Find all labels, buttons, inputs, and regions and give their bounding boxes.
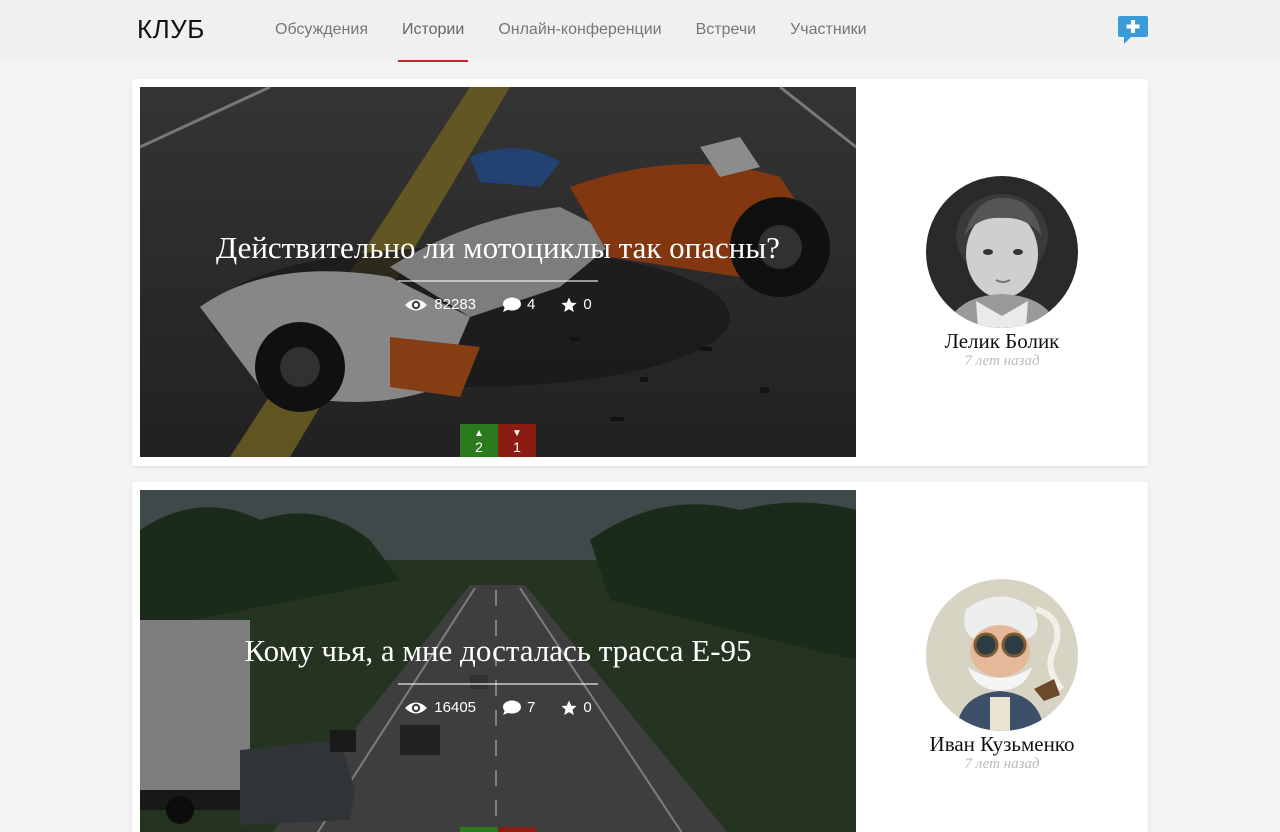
story-card: Действительно ли мотоциклы так опасны? 8… <box>132 79 1148 466</box>
story-stats: 82283 4 0 <box>140 296 856 313</box>
vote-down-count: 1 <box>513 439 521 455</box>
vote-controls: ▲ 2 ▼ 1 <box>460 424 536 457</box>
favorites-count: 0 <box>583 699 592 716</box>
vote-controls <box>460 827 536 832</box>
tab-discussions[interactable]: Обсуждения <box>258 0 385 62</box>
views-count: 16405 <box>434 699 477 716</box>
story-title[interactable]: Действительно ли мотоциклы так опасны? <box>140 230 856 266</box>
author-block: Лелик Болик 7 лет назад <box>856 79 1148 466</box>
comment-icon <box>503 297 522 312</box>
favorites-stat: 0 <box>561 296 592 313</box>
tab-members[interactable]: Участники <box>773 0 883 62</box>
eye-icon <box>405 299 428 310</box>
title-divider <box>398 280 598 282</box>
post-time: 7 лет назад <box>964 353 1040 369</box>
top-header: КЛУБ Обсуждения Истории Онлайн-конференц… <box>0 0 1280 62</box>
title-divider <box>398 683 598 685</box>
story-cover-image[interactable]: Действительно ли мотоциклы так опасны? 8… <box>140 87 856 457</box>
boy-portrait <box>926 176 1078 328</box>
vote-down-button[interactable] <box>498 827 536 832</box>
story-card: Кому чья, а мне досталась трасса Е-95 16… <box>132 482 1148 832</box>
main-nav: Обсуждения Истории Онлайн-конференции Вс… <box>258 0 884 62</box>
tab-stories[interactable]: Истории <box>385 0 481 62</box>
star-icon <box>561 297 577 312</box>
vote-up-count: 2 <box>475 439 483 455</box>
add-post-icon[interactable] <box>1117 15 1149 45</box>
story-stats: 16405 7 0 <box>140 699 856 716</box>
comments-count: 7 <box>527 699 536 716</box>
favorites-count: 0 <box>583 296 592 313</box>
tab-meetings[interactable]: Встречи <box>679 0 774 62</box>
story-title[interactable]: Кому чья, а мне досталась трасса Е-95 <box>140 633 856 669</box>
vote-up-button[interactable]: ▲ 2 <box>460 424 498 457</box>
vote-up-button[interactable] <box>460 827 498 832</box>
post-time: 7 лет назад <box>964 756 1040 772</box>
views-stat: 16405 <box>404 699 476 716</box>
comments-stat: 7 <box>502 699 535 716</box>
story-cover-image[interactable]: Кому чья, а мне досталась трасса Е-95 16… <box>140 490 856 832</box>
views-count: 82283 <box>434 296 477 313</box>
comments-stat: 4 <box>502 296 535 313</box>
author-avatar[interactable] <box>926 176 1078 328</box>
views-stat: 82283 <box>404 296 476 313</box>
favorites-stat: 0 <box>561 699 592 716</box>
eye-icon <box>405 702 428 713</box>
brand-logo[interactable]: КЛУБ <box>137 14 205 45</box>
tab-online-conferences[interactable]: Онлайн-конференции <box>481 0 678 62</box>
vote-down-button[interactable]: ▼ 1 <box>498 424 536 457</box>
author-block: Иван Кузьменко 7 лет назад <box>856 482 1148 832</box>
old-man-pipe-portrait <box>926 579 1078 731</box>
comment-icon <box>503 700 522 715</box>
author-name[interactable]: Иван Кузьменко <box>856 732 1148 757</box>
author-avatar[interactable] <box>926 579 1078 731</box>
comments-count: 4 <box>527 296 536 313</box>
star-icon <box>561 700 577 715</box>
cover-overlay <box>140 87 856 457</box>
author-name[interactable]: Лелик Болик <box>856 329 1148 354</box>
